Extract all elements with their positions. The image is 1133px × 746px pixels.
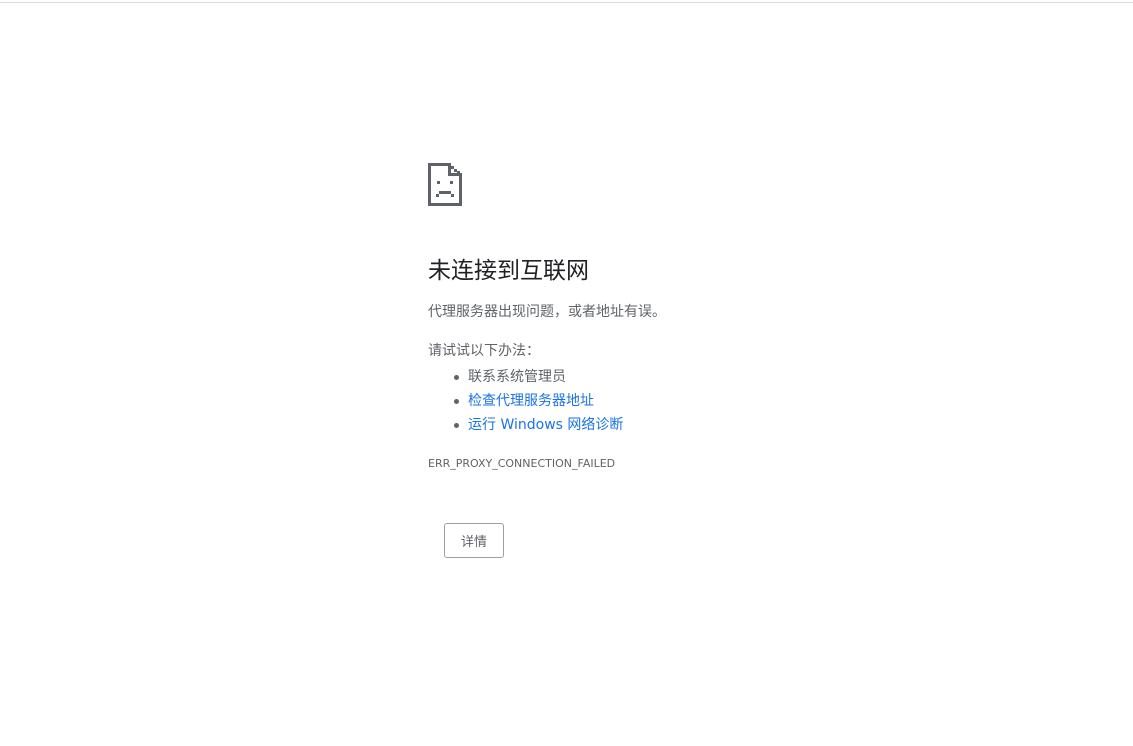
suggestion-item-contact-admin: 联系系统管理员 <box>454 365 1028 389</box>
page-title: 未连接到互联网 <box>428 258 589 284</box>
details-button[interactable]: 详情 <box>444 523 504 558</box>
suggestions-heading: 请试试以下办法： <box>428 343 540 359</box>
suggestion-label: 联系系统管理员 <box>468 369 566 385</box>
sad-page-icon <box>428 163 462 206</box>
suggestion-item-check-proxy: 检查代理服务器地址 <box>454 389 1028 413</box>
error-page-content: 未连接到互联网 代理服务器出现问题，或者地址有误。 请试试以下办法： 联系系统管… <box>428 163 1028 558</box>
error-code: ERR_PROXY_CONNECTION_FAILED <box>428 457 616 470</box>
network-diagnostics-link[interactable]: 运行 Windows 网络诊断 <box>468 417 623 433</box>
top-divider <box>0 2 1133 3</box>
suggestion-item-network-diagnostics: 运行 Windows 网络诊断 <box>454 413 1028 437</box>
suggestions-list: 联系系统管理员 检查代理服务器地址 运行 Windows 网络诊断 <box>428 365 1028 437</box>
check-proxy-link[interactable]: 检查代理服务器地址 <box>468 393 594 409</box>
error-summary: 代理服务器出现问题，或者地址有误。 <box>428 304 666 320</box>
